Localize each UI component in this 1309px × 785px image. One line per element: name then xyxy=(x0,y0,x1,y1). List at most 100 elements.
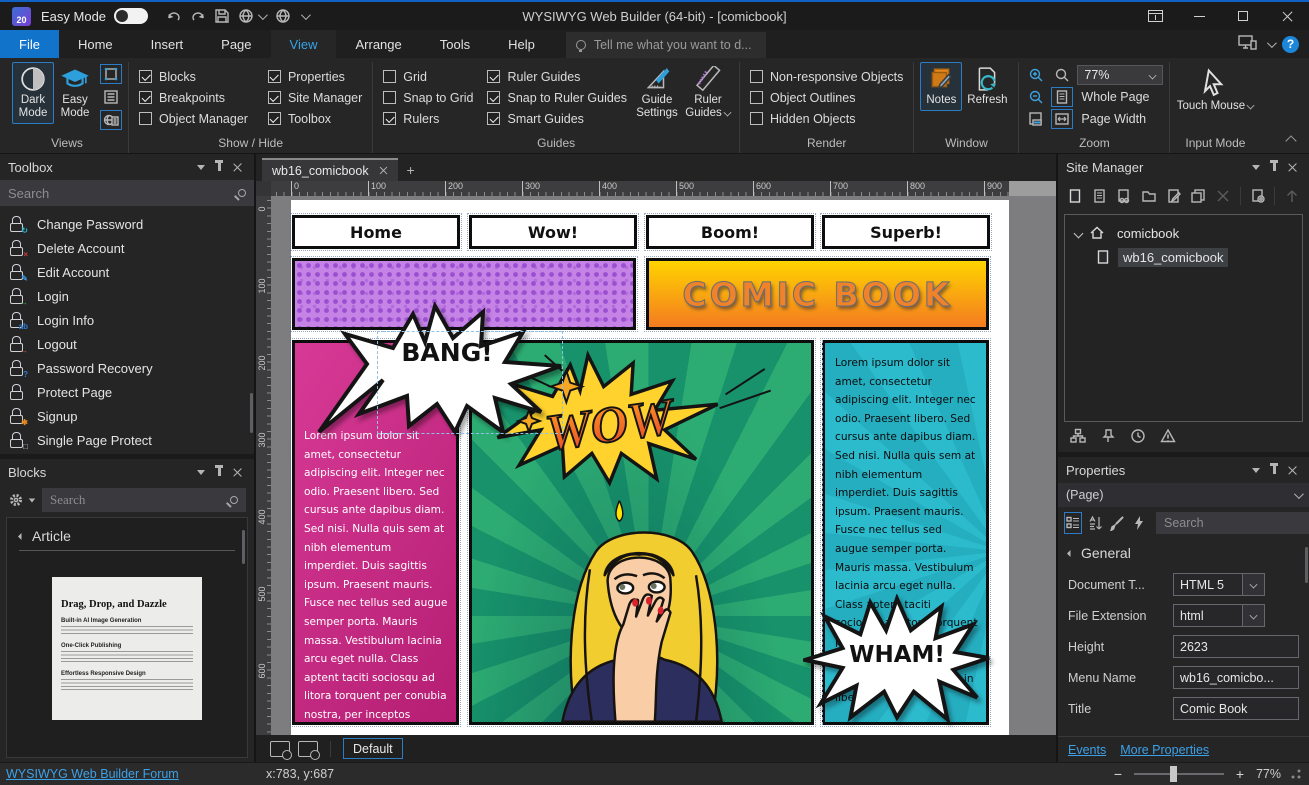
sitemap-view-icon[interactable] xyxy=(1070,428,1086,449)
checkbox-object-manager[interactable]: Object Manager xyxy=(139,108,248,129)
page-width-button[interactable]: Page Width xyxy=(1077,112,1163,126)
new-page-icon[interactable] xyxy=(1064,184,1086,208)
blocks-scrollbar[interactable] xyxy=(242,530,245,564)
new-folder-icon[interactable] xyxy=(1138,184,1160,208)
menu-name-field[interactable]: wb16_comicbo... xyxy=(1173,666,1299,689)
zoom-in-button[interactable]: + xyxy=(1234,766,1246,782)
zoom-slider-knob[interactable] xyxy=(1170,766,1177,782)
toolbox-item[interactable]: abLogin Info xyxy=(0,308,254,332)
toolbox-item[interactable]: ✱Signup xyxy=(0,404,254,428)
forum-link[interactable]: WYSIWYG Web Builder Forum xyxy=(6,767,179,781)
undo-icon[interactable] xyxy=(162,5,186,27)
style-tools-icon[interactable] xyxy=(1108,512,1126,534)
block-thumbnail-article[interactable]: Drag, Drop, and Dazzle Built-in AI Image… xyxy=(52,577,202,720)
tab-file[interactable]: File xyxy=(0,30,59,58)
toolbox-search[interactable] xyxy=(0,180,254,206)
document-tab[interactable]: wb16_comicbook xyxy=(262,158,398,181)
ruler-guides-button[interactable]: Ruler Guides xyxy=(683,62,733,124)
zoom-out-button[interactable]: − xyxy=(1112,766,1124,782)
checkbox-snap-to-grid[interactable]: Snap to Grid xyxy=(383,87,473,108)
touch-mouse-button[interactable]: Touch Mouse xyxy=(1176,62,1254,113)
blocks-search-input[interactable] xyxy=(50,492,230,508)
nav-button-superb[interactable]: Superb! xyxy=(822,215,990,249)
toolbox-close-icon[interactable] xyxy=(228,159,246,175)
properties-close-icon[interactable] xyxy=(1283,462,1301,478)
properties-target-select[interactable]: (Page) xyxy=(1058,483,1309,507)
checkbox-rulers[interactable]: Rulers xyxy=(383,108,473,129)
recent-view-icon[interactable] xyxy=(1130,428,1146,449)
tab-page[interactable]: Page xyxy=(202,30,270,58)
tell-me-search[interactable]: Tell me what you want to d... xyxy=(566,32,766,58)
checkbox-object-outlines[interactable]: Object Outlines xyxy=(750,87,903,108)
checkbox-properties[interactable]: Properties xyxy=(268,66,362,87)
tab-close-icon[interactable] xyxy=(379,166,387,174)
toolbox-scrollbar[interactable] xyxy=(250,393,253,433)
zoom-level-select[interactable]: 77% xyxy=(1077,65,1163,85)
notes-button[interactable]: Notes xyxy=(920,62,962,111)
events-link[interactable]: Events xyxy=(1068,743,1106,757)
page-alias-icon[interactable] xyxy=(1113,184,1135,208)
pin-view-icon[interactable] xyxy=(1100,428,1116,449)
title-field[interactable]: Comic Book xyxy=(1173,697,1299,720)
zoom-in-icon[interactable] xyxy=(1025,65,1047,85)
properties-pin-icon[interactable] xyxy=(1265,462,1283,478)
checkbox-breakpoints[interactable]: Breakpoints xyxy=(139,87,248,108)
blocks-section-article[interactable]: Article xyxy=(19,528,235,551)
site-manager-pin-icon[interactable] xyxy=(1265,159,1283,175)
comic-book-banner[interactable]: COMIC BOOK xyxy=(646,258,989,330)
close-button[interactable] xyxy=(1265,3,1309,29)
edit-page-icon[interactable] xyxy=(1163,184,1185,208)
tab-view[interactable]: View xyxy=(271,30,337,58)
file-extension-field[interactable]: html xyxy=(1173,604,1265,627)
blocks-pin-icon[interactable] xyxy=(210,464,228,480)
device-preview-dropdown-icon[interactable] xyxy=(1267,38,1277,48)
redo-icon[interactable] xyxy=(186,5,210,27)
checkbox-blocks[interactable]: Blocks xyxy=(139,66,248,87)
toolbox-item[interactable]: ×Delete Account xyxy=(0,236,254,260)
height-field[interactable]: 2623 xyxy=(1173,635,1299,658)
properties-section-general[interactable]: General xyxy=(1068,543,1299,569)
checkbox-snap-to-ruler-guides[interactable]: Snap to Ruler Guides xyxy=(487,87,627,108)
wham-speech-bubble[interactable]: WHAM! xyxy=(803,594,991,722)
breakpoint-default-button[interactable]: Default xyxy=(343,738,403,759)
site-manager-menu-icon[interactable] xyxy=(1247,159,1265,175)
toolbox-item[interactable]: Protect Page xyxy=(0,380,254,404)
site-tree-page[interactable]: wb16_comicbook xyxy=(1069,245,1298,269)
site-manager-close-icon[interactable] xyxy=(1283,159,1301,175)
panel-layout-icon[interactable] xyxy=(1133,3,1177,29)
tab-tools[interactable]: Tools xyxy=(421,30,489,58)
sort-az-icon[interactable] xyxy=(1086,512,1104,534)
dark-mode-button[interactable]: Dark Mode xyxy=(12,62,54,124)
toolbox-item[interactable]: →Logout xyxy=(0,332,254,356)
page-canvas[interactable]: Home Wow! Boom! Superb! COMIC BOOK Lorem… xyxy=(291,200,1009,735)
checkbox-smart-guides[interactable]: Smart Guides xyxy=(487,108,627,129)
easy-mode-toggle[interactable] xyxy=(114,8,148,24)
toolbox-item[interactable]: ✎Edit Account xyxy=(0,260,254,284)
blocks-settings-button[interactable] xyxy=(8,492,36,508)
add-breakpoint-icon[interactable] xyxy=(270,741,290,757)
nav-button-wow[interactable]: Wow! xyxy=(469,215,637,249)
new-tab-button[interactable]: + xyxy=(398,158,424,181)
nav-button-boom[interactable]: Boom! xyxy=(646,215,814,249)
tab-insert[interactable]: Insert xyxy=(132,30,203,58)
more-properties-link[interactable]: More Properties xyxy=(1120,743,1209,757)
events-view-icon[interactable] xyxy=(1130,512,1148,534)
device-preview-icon[interactable] xyxy=(1237,34,1259,55)
toolbox-menu-icon[interactable] xyxy=(192,159,210,175)
blocks-search[interactable] xyxy=(42,488,246,512)
delete-page-icon[interactable] xyxy=(1212,184,1234,208)
page-properties-icon[interactable] xyxy=(1247,184,1269,208)
quick-access-customize-icon[interactable] xyxy=(301,10,311,20)
toolbox-item[interactable]: □Single Page Protect xyxy=(0,428,254,452)
blocks-menu-icon[interactable] xyxy=(192,464,210,480)
ribbon-collapse-button[interactable] xyxy=(1285,135,1296,146)
move-up-icon[interactable] xyxy=(1281,184,1303,208)
properties-scrollbar[interactable] xyxy=(1305,547,1308,583)
minimize-button[interactable] xyxy=(1177,3,1221,29)
object-manager-view-icon[interactable] xyxy=(100,87,122,107)
preview-browser-icon[interactable] xyxy=(234,5,258,27)
app-icon[interactable]: 20 xyxy=(12,7,31,26)
checkbox-grid[interactable]: Grid xyxy=(383,66,473,87)
breakpoint-view-icon[interactable] xyxy=(100,64,122,84)
toolbox-item[interactable]: ?Password Recovery xyxy=(0,356,254,380)
